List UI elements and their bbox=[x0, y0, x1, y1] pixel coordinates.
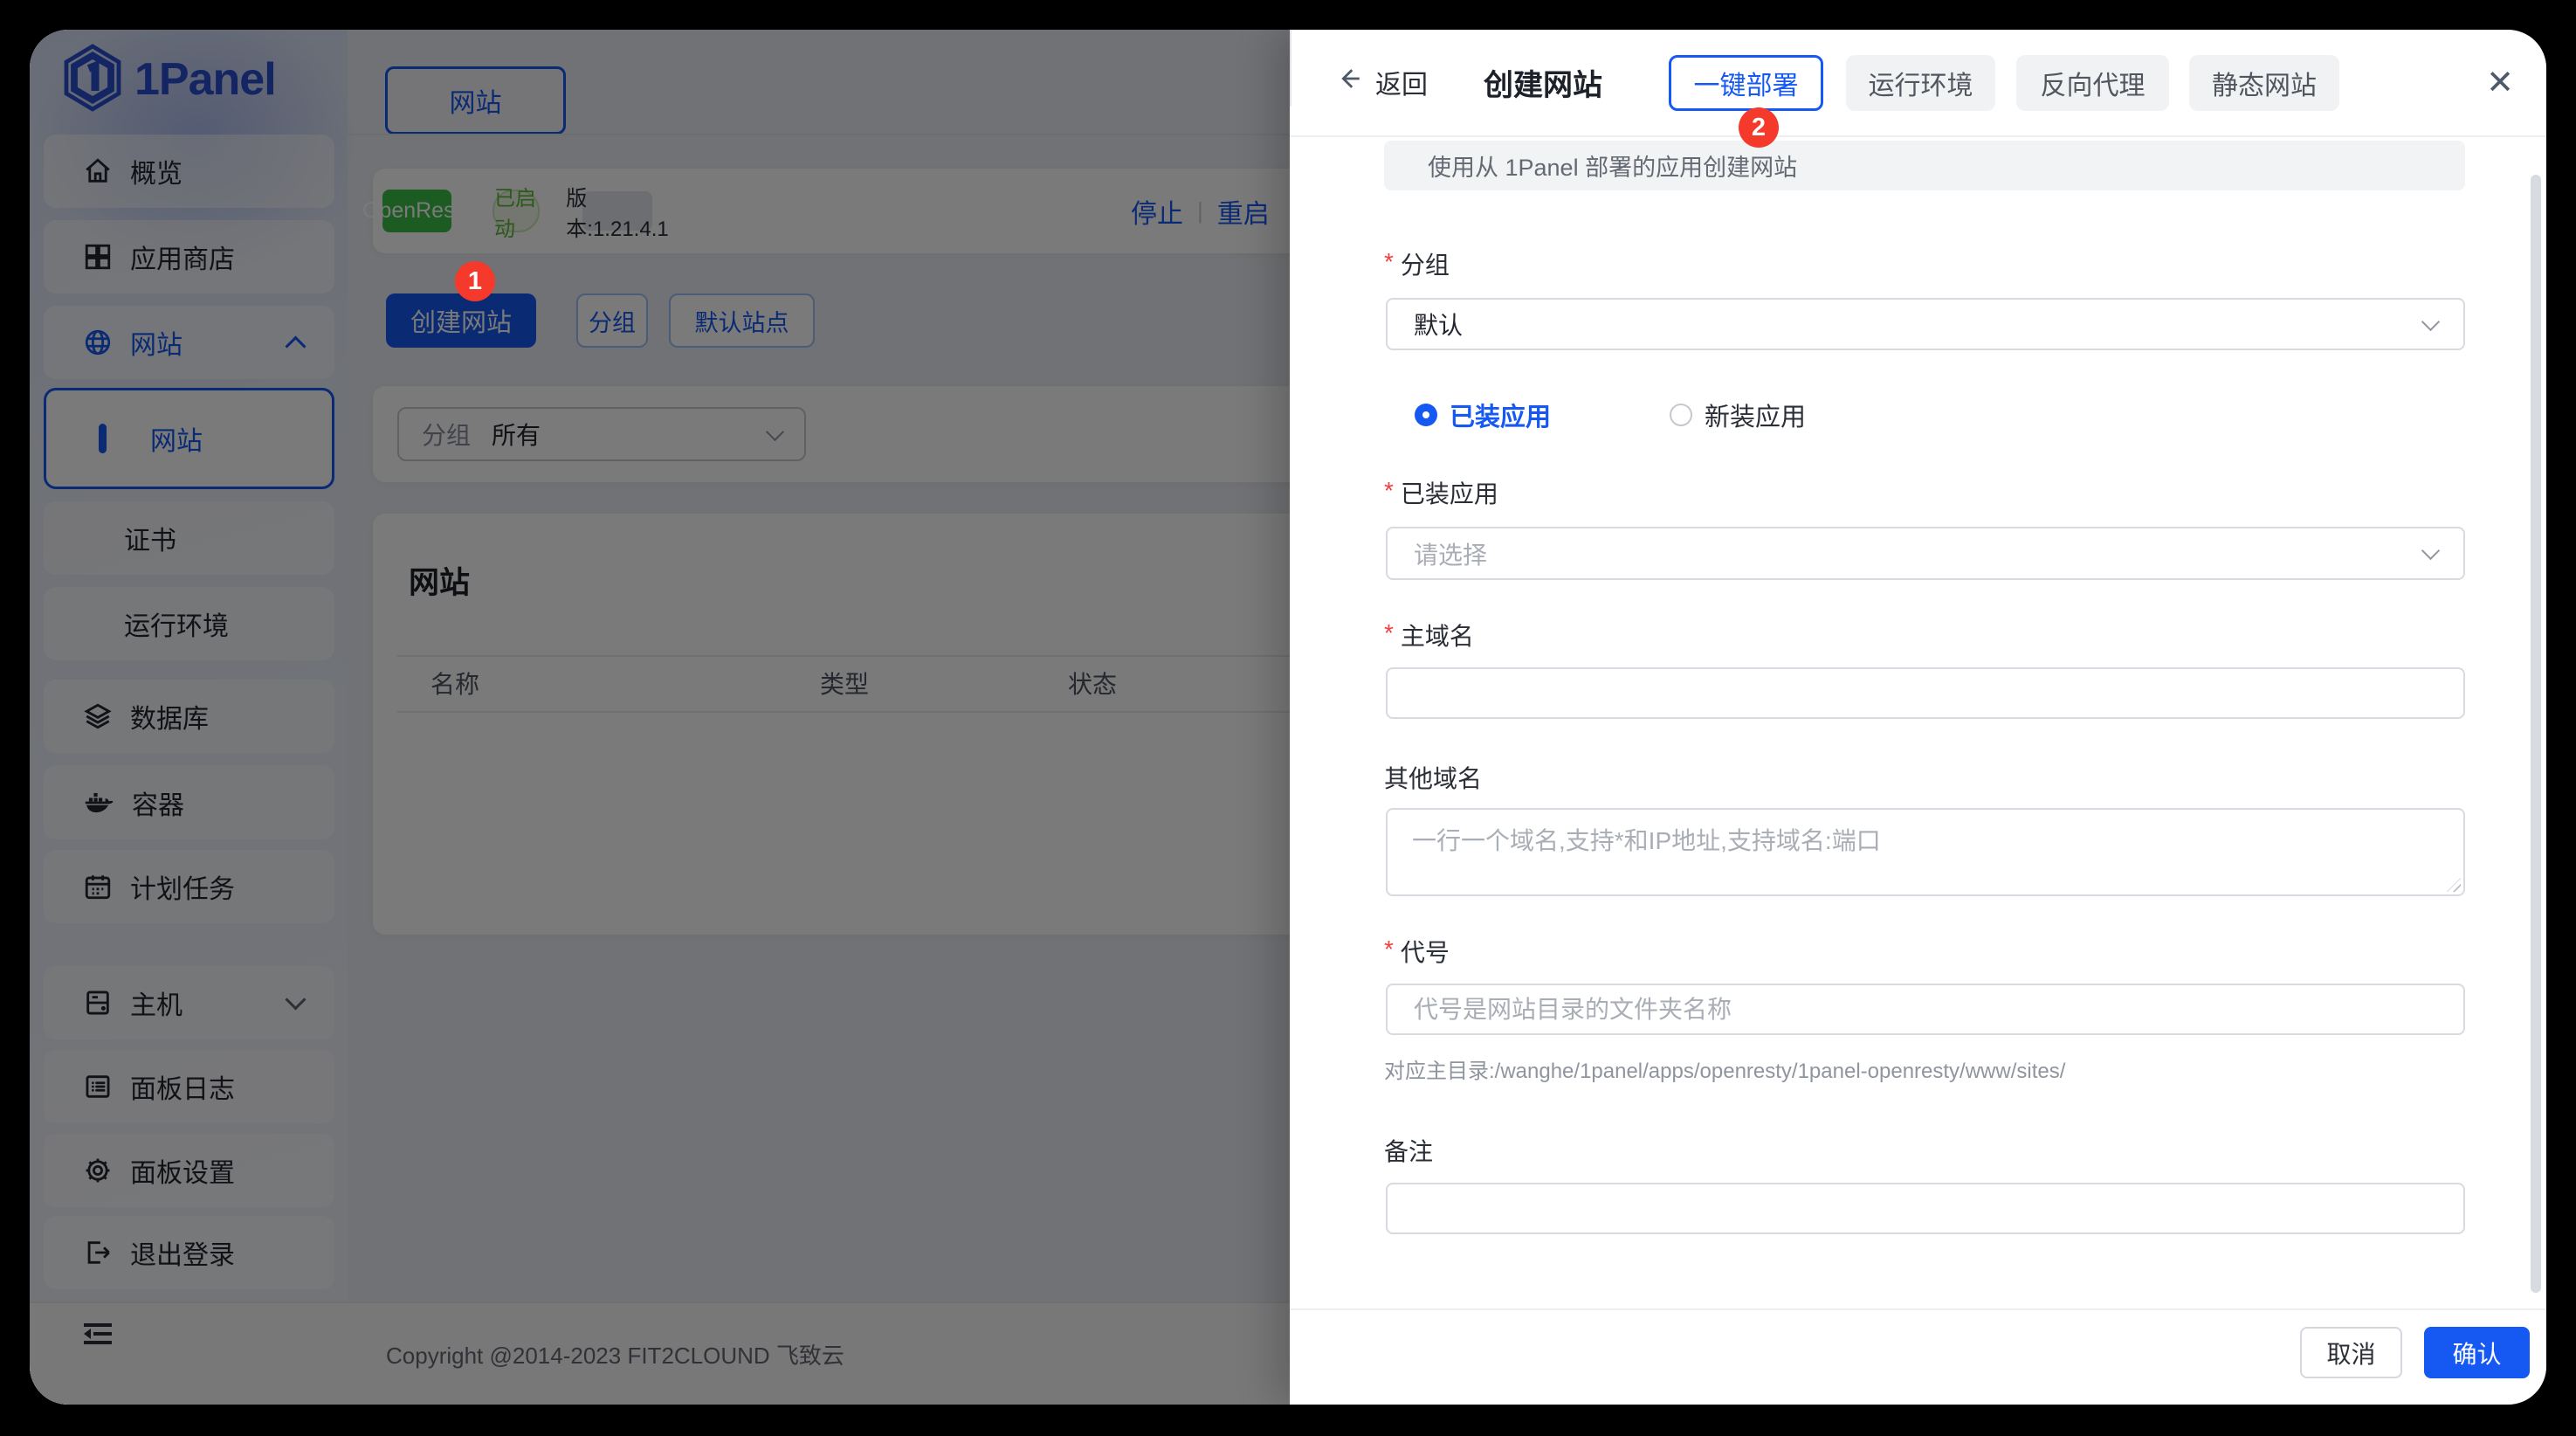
header-separator bbox=[1290, 30, 1291, 68]
installed-app-placeholder: 请选择 bbox=[1414, 536, 1487, 571]
primary-domain-input[interactable] bbox=[1414, 680, 2437, 708]
tab-static-website[interactable]: 静态网站 bbox=[2189, 55, 2339, 111]
radio-new-app[interactable] bbox=[1670, 404, 1692, 426]
code-field-wrap bbox=[1386, 984, 2465, 1035]
drawer-header-divider bbox=[1290, 135, 2546, 137]
field-label-other-domains: 其他域名 bbox=[1384, 760, 1482, 795]
annotation-step-1-badge: 1 bbox=[455, 261, 495, 301]
arrow-left-icon bbox=[1333, 64, 1363, 100]
app-window: 1Panel 概览 应用商店 网站 网站 证书 bbox=[30, 30, 2546, 1405]
tab-one-click-deploy[interactable]: 一键部署 bbox=[1669, 55, 1823, 111]
tab-label: 静态网站 bbox=[2212, 64, 2317, 102]
tab-label: 运行环境 bbox=[1869, 64, 1973, 102]
group-select-value: 默认 bbox=[1414, 307, 1463, 342]
annotation-step-2-badge: 2 bbox=[1739, 107, 1779, 148]
code-input[interactable] bbox=[1414, 996, 2437, 1024]
drawer-footer-divider bbox=[1290, 1308, 2546, 1310]
required-asterisk: * bbox=[1384, 935, 1394, 963]
tab-runtime[interactable]: 运行环境 bbox=[1846, 55, 1995, 111]
chevron-down-icon bbox=[2421, 542, 2440, 560]
field-label-installed-app: * 已装应用 bbox=[1384, 475, 1498, 510]
field-label-code: * 代号 bbox=[1384, 934, 1450, 969]
drawer-scrollbar-thumb[interactable] bbox=[2531, 175, 2541, 1293]
other-domains-field-wrap bbox=[1386, 808, 2465, 896]
field-label-group: * 分组 bbox=[1384, 246, 1450, 281]
cancel-label: 取消 bbox=[2326, 1336, 2375, 1370]
info-banner: 使用从 1Panel 部署的应用创建网站 bbox=[1384, 141, 2465, 190]
confirm-label: 确认 bbox=[2452, 1336, 2501, 1370]
tab-label: 一键部署 bbox=[1694, 64, 1799, 102]
radio-new-label[interactable]: 新装应用 bbox=[1705, 397, 1806, 433]
remark-input[interactable] bbox=[1414, 1195, 2437, 1223]
code-helper-text: 对应主目录:/wanghe/1panel/apps/openresty/1pan… bbox=[1384, 1053, 2065, 1084]
required-asterisk: * bbox=[1384, 619, 1394, 647]
create-website-drawer: 返回 创建网站 一键部署 运行环境 反向代理 静态网站 ✕ 使用从 1Panel… bbox=[1290, 30, 2546, 1405]
required-asterisk: * bbox=[1384, 248, 1394, 276]
back-button[interactable]: 返回 bbox=[1333, 63, 1428, 101]
cancel-button[interactable]: 取消 bbox=[2300, 1327, 2402, 1378]
field-label-remark: 备注 bbox=[1384, 1133, 1433, 1168]
confirm-button[interactable]: 确认 bbox=[2424, 1327, 2530, 1378]
radio-installed-label[interactable]: 已装应用 bbox=[1450, 397, 1551, 433]
field-label-primary-domain: * 主域名 bbox=[1384, 618, 1474, 652]
header-separator bbox=[1290, 68, 1291, 107]
primary-domain-field-wrap bbox=[1386, 667, 2465, 719]
radio-installed-app[interactable] bbox=[1415, 404, 1437, 426]
group-select[interactable]: 默认 bbox=[1386, 298, 2465, 350]
app-source-radio-group: 已装应用 新装应用 bbox=[1415, 397, 1806, 433]
chevron-down-icon bbox=[2421, 312, 2440, 330]
tab-label: 反向代理 bbox=[2041, 64, 2146, 102]
back-label: 返回 bbox=[1375, 63, 1428, 101]
other-domains-textarea[interactable] bbox=[1386, 808, 2465, 896]
drawer-title: 创建网站 bbox=[1484, 61, 1602, 104]
close-icon[interactable]: ✕ bbox=[2474, 56, 2526, 108]
tab-reverse-proxy[interactable]: 反向代理 bbox=[2016, 55, 2169, 111]
required-asterisk: * bbox=[1384, 477, 1394, 505]
remark-field-wrap bbox=[1386, 1183, 2465, 1234]
installed-app-select[interactable]: 请选择 bbox=[1386, 527, 2465, 580]
